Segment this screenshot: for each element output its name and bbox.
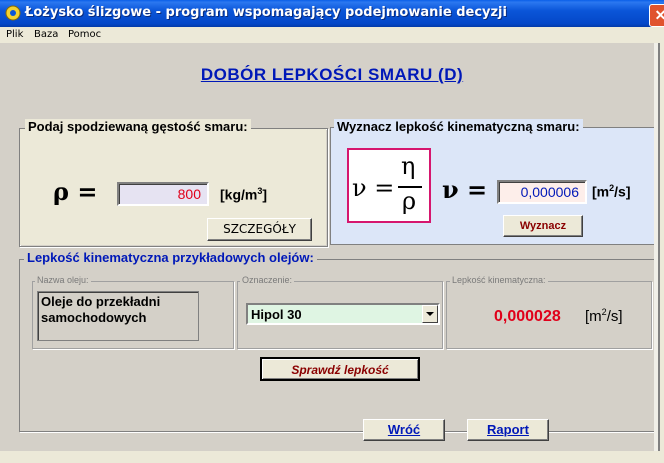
viscosity-symbol: ν =	[442, 175, 488, 204]
compute-button[interactable]: Wyznacz	[503, 215, 583, 237]
status-bar	[0, 451, 664, 463]
density-group-title: Podaj spodziewaną gęstość smaru:	[25, 119, 251, 134]
kin-value: 0,000028	[494, 308, 561, 325]
viscosity-unit-end: /s]	[614, 183, 631, 200]
designation-value: Hipol 30	[251, 307, 302, 322]
density-input[interactable]: 800	[117, 182, 209, 206]
chevron-down-icon	[426, 312, 434, 316]
oil-name-value: Oleje do przekładni samochodowych	[37, 291, 199, 341]
oil-name-label: Nazwa oleju:	[35, 275, 91, 285]
designation-label: Oznaczenie:	[240, 275, 295, 285]
viscosity-output: 0,000006	[497, 180, 587, 204]
kin-label: Lepkość kinematyczna:	[450, 275, 548, 285]
viscosity-unit: [m2/s]	[592, 183, 630, 200]
back-button[interactable]: Wróć	[363, 419, 445, 441]
details-button[interactable]: SZCZEGÓŁY	[207, 218, 312, 241]
oil-name-text: Oleje do przekładni samochodowych	[41, 294, 161, 325]
report-button[interactable]: Raport	[467, 419, 549, 441]
close-icon[interactable]: ✕	[649, 4, 664, 27]
kin-unit-main: [m	[585, 308, 602, 325]
menu-item-pomoc[interactable]: Pomoc	[68, 29, 101, 40]
designation-combo[interactable]: Hipol 30	[246, 303, 440, 325]
check-viscosity-button[interactable]: Sprawdź lepkość	[260, 357, 420, 381]
viscosity-unit-main: [m	[592, 183, 610, 200]
density-unit: [kg/m3]	[220, 186, 267, 203]
viscosity-formula: ν = η ρ	[347, 148, 431, 223]
client-area: DOBÓR LEPKOŚCI SMARU (D) Podaj spodziewa…	[0, 43, 660, 451]
density-unit-end: ]	[262, 186, 268, 203]
scrollbar[interactable]	[654, 43, 658, 451]
menu-item-baza[interactable]: Baza	[34, 29, 58, 40]
combo-dropdown-button[interactable]	[422, 305, 438, 323]
window-title-bar[interactable]: Łożysko ślizgowe - program wspomagający …	[0, 0, 664, 27]
formula-eta: η	[401, 152, 416, 180]
window-title: Łożysko ślizgowe - program wspomagający …	[25, 5, 507, 20]
app-icon	[5, 5, 21, 21]
kin-unit: [m2/s]	[585, 307, 623, 325]
menu-item-plik[interactable]: Plik	[6, 29, 23, 40]
examples-group-label: Lepkość kinematyczna przykładowych olejó…	[24, 250, 317, 265]
page-title: DOBÓR LEPKOŚCI SMARU (D)	[200, 65, 464, 84]
kin-unit-end: /s]	[606, 308, 623, 325]
formula-rho: ρ	[402, 187, 417, 215]
viscosity-group-label: Wyznacz lepkość kinematyczną smaru:	[334, 119, 583, 134]
density-symbol: ρ =	[53, 177, 98, 206]
menu-bar: Plik Baza Pomoc	[0, 27, 664, 43]
formula-nu: ν =	[352, 174, 395, 202]
density-unit-main: [kg/m	[220, 186, 258, 203]
